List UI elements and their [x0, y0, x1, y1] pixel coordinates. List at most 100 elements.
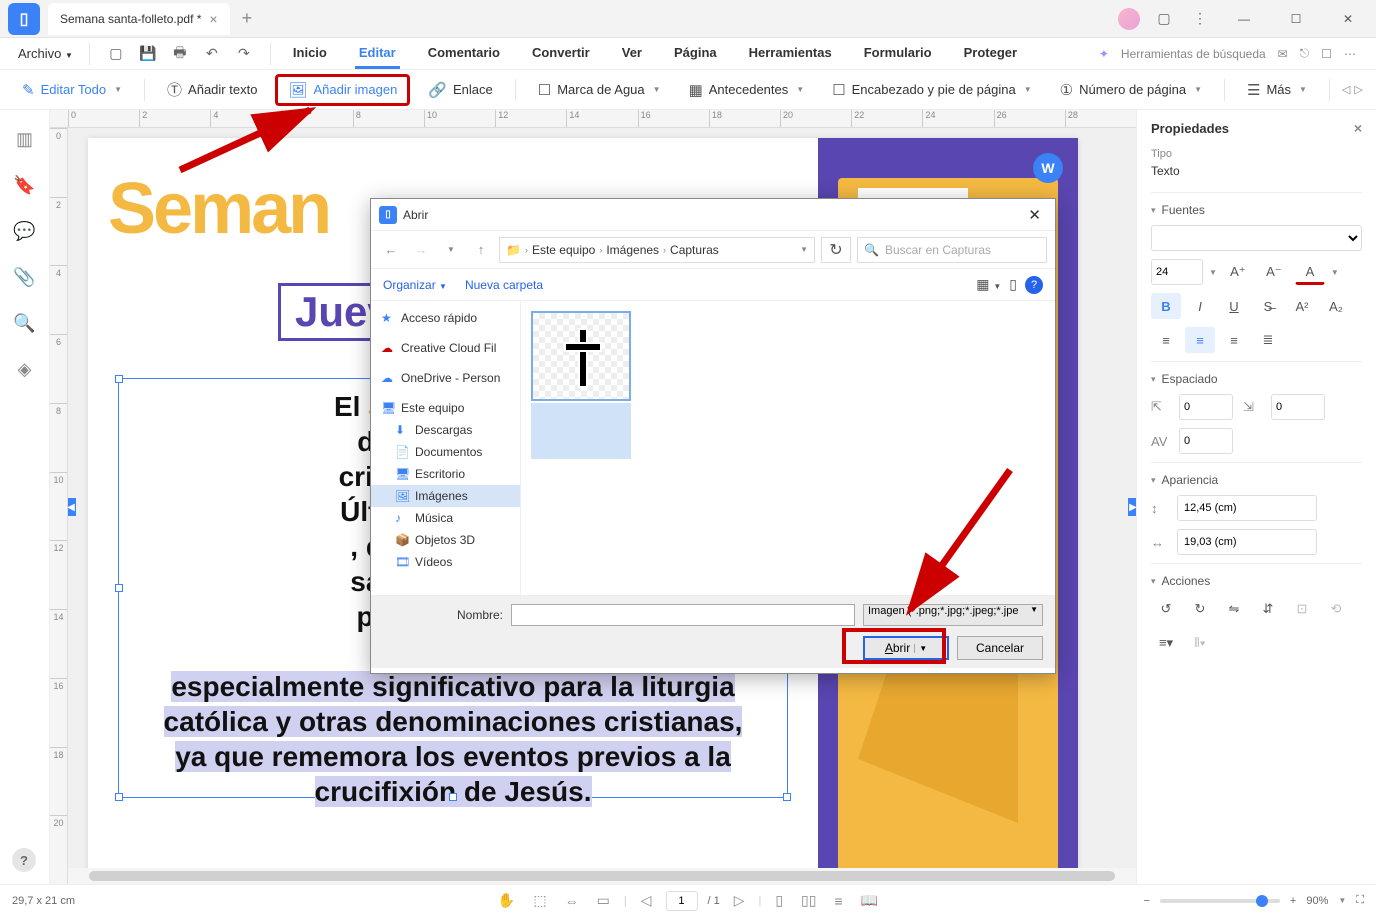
redo-icon[interactable]: ↷ [232, 42, 256, 66]
tree-documents[interactable]: 📄Documentos [371, 441, 520, 463]
font-size-input[interactable] [1151, 259, 1203, 285]
more-button[interactable]: ☰ Más▼ [1237, 77, 1317, 103]
filename-input[interactable] [511, 604, 855, 626]
cancel-button[interactable]: Cancelar [957, 636, 1043, 660]
page-number-button[interactable]: ① Número de página▼ [1050, 77, 1212, 103]
fit-width-icon[interactable]: ⇔ [561, 893, 583, 909]
height-input[interactable] [1177, 529, 1317, 555]
fit-page-icon[interactable]: ▭ [593, 892, 614, 909]
breadcrumb[interactable]: 📁 › Este equipo› Imágenes› Capturas ▼ [499, 237, 815, 263]
edit-all-button[interactable]: ✎ Editar Todo ▼ [12, 77, 132, 103]
zoom-out-icon[interactable]: − [1143, 895, 1149, 907]
flip-h-button[interactable]: ⇋ [1219, 596, 1249, 622]
maximize-button[interactable]: ☐ [1276, 0, 1316, 38]
font-decrease-icon[interactable]: A⁻ [1259, 259, 1289, 285]
menu-icon[interactable]: ⋮ [1188, 7, 1212, 31]
file-menu[interactable]: Archivo ▼ [8, 42, 83, 65]
chat-icon[interactable]: ▢ [1152, 7, 1176, 31]
tab-formulario[interactable]: Formulario [860, 39, 936, 69]
word-badge-icon[interactable]: W [1033, 153, 1063, 183]
fonts-section[interactable]: Fuentes [1151, 203, 1362, 217]
tab-comentario[interactable]: Comentario [424, 39, 504, 69]
spacing-before-input[interactable] [1179, 394, 1233, 420]
replace-button[interactable]: ⟲ [1321, 596, 1351, 622]
watermark-button[interactable]: ☐ Marca de Agua▼ [528, 77, 671, 103]
align-center-button[interactable]: ≡ [1185, 327, 1215, 353]
print-icon[interactable]: 🖶 [168, 42, 192, 66]
distribute-button[interactable]: ⫴▾ [1185, 630, 1215, 656]
refresh-icon[interactable]: ↻ [821, 237, 851, 263]
width-input[interactable] [1177, 495, 1317, 521]
document-tab[interactable]: Semana santa-folleto.pdf * × [48, 3, 230, 35]
open-button[interactable]: AAbrirbrir ▼ [863, 636, 949, 660]
tree-objects3d[interactable]: 📦Objetos 3D [371, 529, 520, 551]
back-icon[interactable]: ← [379, 242, 403, 257]
spacing-section[interactable]: Espaciado [1151, 372, 1362, 386]
two-page-icon[interactable]: ▯▯ [797, 892, 820, 909]
search-icon[interactable]: 🔍 [14, 312, 36, 334]
font-family-select[interactable] [1151, 225, 1362, 251]
dots-icon[interactable]: ⋯ [1344, 47, 1356, 61]
scroll-right-icon[interactable]: ▷ [1354, 83, 1362, 96]
close-props-icon[interactable]: × [1354, 120, 1362, 136]
strikethrough-button[interactable]: S̶ [1253, 293, 1283, 319]
zoom-slider[interactable] [1160, 899, 1280, 903]
forward-icon[interactable]: → [409, 242, 433, 257]
tab-proteger[interactable]: Proteger [960, 39, 1021, 69]
close-tab-icon[interactable]: × [209, 11, 217, 27]
single-page-icon[interactable]: ▯ [771, 892, 787, 909]
attachments-icon[interactable]: 📎 [14, 266, 36, 288]
background-button[interactable]: ▦ Antecedentes▼ [679, 77, 815, 103]
header-footer-button[interactable]: ☐ Encabezado y pie de página▼ [822, 77, 1041, 103]
tab-handle-right[interactable]: ▶ [1128, 498, 1136, 516]
up-icon[interactable]: ↑ [469, 242, 493, 257]
dialog-close-button[interactable]: ✕ [1022, 206, 1047, 224]
continuous-icon[interactable]: ≡ [830, 893, 846, 909]
tab-editar[interactable]: Editar [355, 39, 400, 69]
link-button[interactable]: 🔗 Enlace [418, 77, 502, 103]
recent-icon[interactable]: ▼ [439, 245, 463, 254]
bold-button[interactable]: B [1151, 293, 1181, 319]
read-mode-icon[interactable]: 📖 [857, 892, 882, 909]
page-input[interactable] [665, 891, 697, 911]
align-right-button[interactable]: ≡ [1219, 327, 1249, 353]
select-tool-icon[interactable]: ⬚ [529, 892, 550, 909]
dialog-help-icon[interactable]: ? [1025, 276, 1043, 294]
save-icon[interactable]: 💾 [136, 42, 160, 66]
filetype-select[interactable]: Imagen (*.png;*.jpg;*.jpeg;*.jpe ▼ [863, 604, 1043, 626]
font-color-icon[interactable]: A [1295, 259, 1325, 285]
italic-button[interactable]: I [1185, 293, 1215, 319]
tree-this-pc[interactable]: 🖥Este equipo [371, 397, 520, 419]
rotate-ccw-button[interactable]: ↺ [1151, 596, 1181, 622]
crop-button[interactable]: ⊡ [1287, 596, 1317, 622]
new-tab-button[interactable]: + [230, 8, 265, 29]
scroll-left-icon[interactable]: ◁ [1342, 83, 1350, 96]
bookmarks-icon[interactable]: 🔖 [14, 174, 36, 196]
tree-quick-access[interactable]: ★Acceso rápido [371, 307, 520, 329]
tree-downloads[interactable]: ⬇Descargas [371, 419, 520, 441]
tab-herramientas[interactable]: Herramientas [745, 39, 836, 69]
align-left-button[interactable]: ≡ [1151, 327, 1181, 353]
line-spacing-button[interactable]: ≡▾ [1151, 630, 1181, 656]
minimize-button[interactable]: — [1224, 0, 1264, 38]
search-tools-label[interactable]: Herramientas de búsqueda [1121, 47, 1266, 61]
tree-videos[interactable]: 🎞Vídeos [371, 551, 520, 573]
actions-section[interactable]: Acciones [1151, 574, 1362, 588]
tab-convertir[interactable]: Convertir [528, 39, 594, 69]
thumbnails-icon[interactable]: ▥ [14, 128, 36, 150]
open-icon[interactable]: ▢ [104, 42, 128, 66]
tree-desktop[interactable]: 🖥Escritorio [371, 463, 520, 485]
new-folder-button[interactable]: Nueva carpeta [465, 278, 543, 292]
file-list[interactable] [521, 301, 1055, 595]
file-item-cross[interactable] [531, 311, 631, 459]
add-image-button[interactable]: 🖼 Añadir imagen [275, 74, 410, 106]
send-icon[interactable]: ✉ [1278, 47, 1288, 61]
horizontal-scrollbar[interactable] [68, 868, 1136, 884]
appearance-section[interactable]: Apariencia [1151, 473, 1362, 487]
tree-music[interactable]: ♪Música [371, 507, 520, 529]
next-page-icon[interactable]: ▷ [730, 892, 749, 909]
rotate-cw-button[interactable]: ↻ [1185, 596, 1215, 622]
comments-icon[interactable]: 💬 [14, 220, 36, 242]
font-increase-icon[interactable]: A⁺ [1223, 259, 1253, 285]
hand-tool-icon[interactable]: ✋ [494, 892, 519, 909]
